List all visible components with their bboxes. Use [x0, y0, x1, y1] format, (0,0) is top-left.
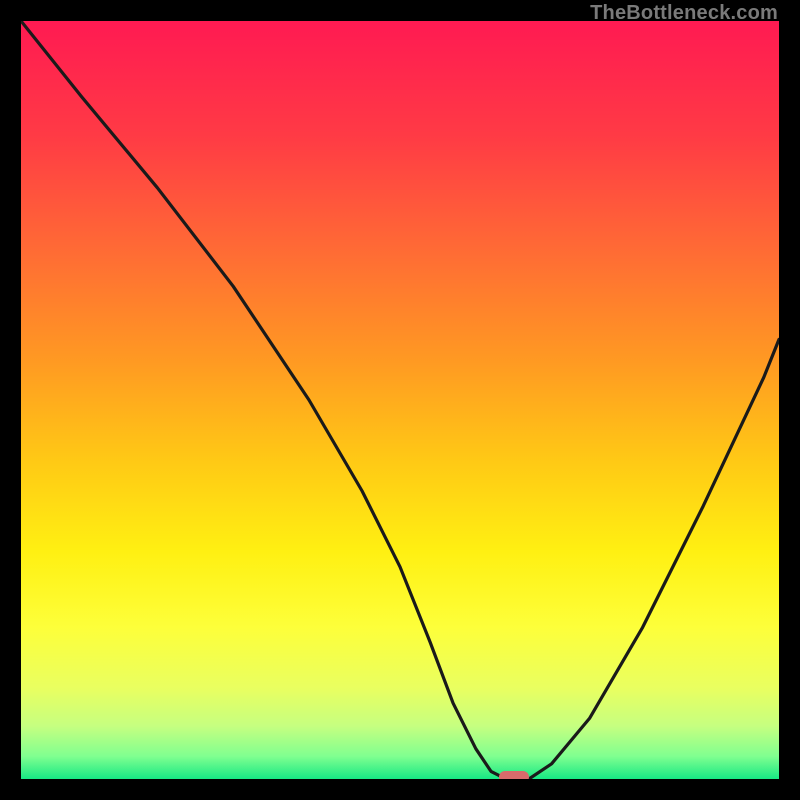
bottleneck-curve: [21, 21, 779, 779]
plot-area: [21, 21, 779, 779]
optimal-marker: [499, 771, 529, 779]
watermark-label: TheBottleneck.com: [590, 2, 778, 25]
chart-frame: TheBottleneck.com: [0, 0, 800, 800]
